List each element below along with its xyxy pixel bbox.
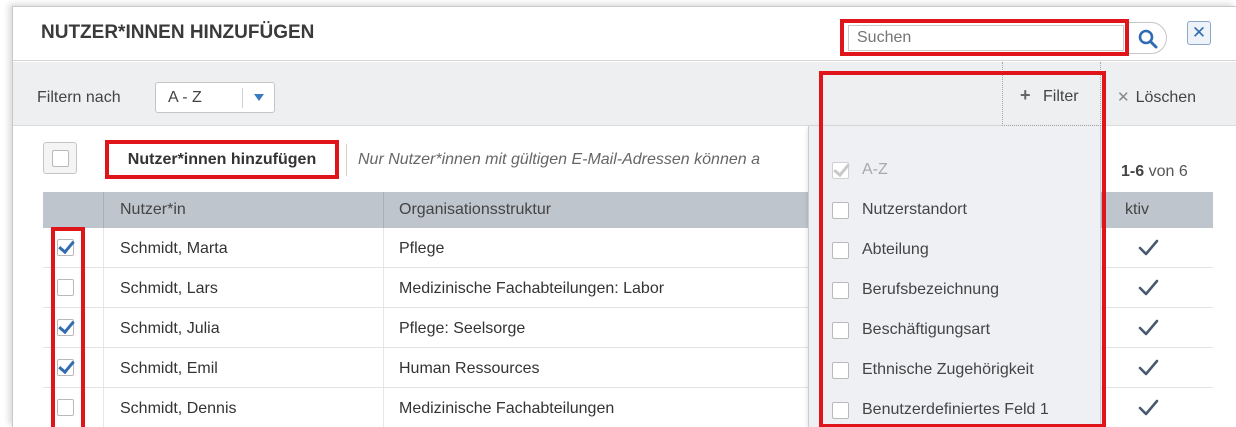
org-structure: Pflege: Seelsorge [399,320,526,337]
checkmark-icon [1138,279,1159,296]
dialog-title: NUTZER*INNEN HINZUFÜGEN [41,22,315,43]
clear-button[interactable]: ✕ Löschen [1117,88,1196,107]
select-all-checkbox[interactable] [43,142,77,174]
checkbox-icon [52,150,69,167]
checkmark-icon [1138,399,1159,416]
org-structure: Pflege [399,240,445,257]
column-divider [383,308,384,348]
close-icon[interactable]: ✕ [1187,21,1211,45]
add-button-highlight [105,140,339,179]
add-users-dialog: NUTZER*INNEN HINZUFÜGEN ✕ Filtern nach A… [12,6,1236,427]
close-icon: ✕ [1117,89,1130,106]
toolbar-divider [346,144,347,176]
column-divider [103,348,104,388]
filter-by-label: Filtern nach [37,89,121,106]
search-highlight [840,19,1129,56]
org-structure: Medizinische Fachabteilungen: Labor [399,280,665,297]
column-divider [383,268,384,308]
column-divider [103,228,104,268]
column-divider [103,388,104,427]
column-header-active[interactable]: ktiv [1125,201,1149,219]
checkmark-icon [1138,239,1159,256]
search-icon [1138,29,1158,49]
column-divider [383,228,384,268]
org-structure: Human Ressources [399,360,540,377]
sort-select-value: A - Z [168,89,202,106]
checkmark-icon [1138,319,1159,336]
column-divider [383,388,384,427]
select-divider [242,88,243,108]
count-total: von 6 [1148,163,1188,180]
checkmark-icon [1138,359,1159,376]
user-name: Schmidt, Marta [120,240,228,257]
column-divider [383,192,384,228]
search-button[interactable] [1127,22,1167,54]
user-name: Schmidt, Julia [120,320,220,337]
column-divider [103,192,104,228]
user-name: Schmidt, Dennis [120,400,237,417]
user-name: Schmidt, Emil [120,360,218,377]
column-header-user[interactable]: Nutzer*in [120,201,186,219]
column-divider [103,268,104,308]
filter-dropdown-highlight [819,71,1106,427]
email-note: Nur Nutzer*innen mit gültigen E-Mail-Adr… [358,151,760,168]
column-header-org[interactable]: Organisationsstruktur [399,201,551,219]
count-range: 1-6 [1121,163,1145,180]
org-structure: Medizinische Fachabteilungen [399,400,615,417]
sort-select[interactable]: A - Z [155,82,275,113]
row-checkbox-highlight [51,227,85,427]
clear-button-label: Löschen [1135,89,1197,106]
user-name: Schmidt, Lars [120,280,218,297]
chevron-down-icon [254,94,264,101]
result-count: 1-6 von 6 [1121,163,1188,181]
column-divider [103,308,104,348]
column-divider [383,348,384,388]
